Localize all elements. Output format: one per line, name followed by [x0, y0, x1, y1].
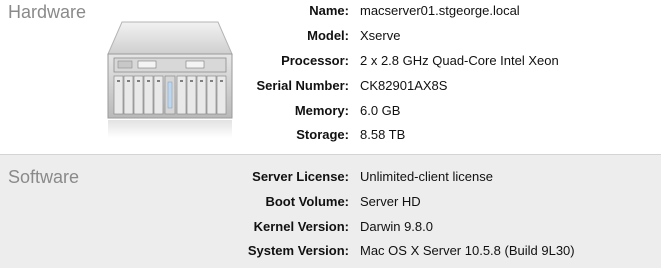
kernel-version-value: Darwin 9.8.0 [360, 219, 433, 234]
processor-value: 2 x 2.8 GHz Quad-Core Intel Xeon [360, 53, 559, 68]
storage-label: Storage: [296, 127, 349, 142]
server-license-value: Unlimited-client license [360, 169, 493, 184]
processor-label: Processor: [281, 53, 349, 68]
server-license-label: Server License: [252, 169, 349, 184]
model-label: Model: [307, 28, 349, 43]
hardware-row-model: Model: Xserve [0, 26, 661, 46]
boot-volume-label: Boot Volume: [265, 194, 349, 209]
boot-volume-value: Server HD [360, 194, 421, 209]
system-version-value: Mac OS X Server 10.5.8 (Build 9L30) [360, 243, 575, 258]
model-value: Xserve [360, 28, 401, 43]
name-value: macserver01.stgeorge.local [360, 3, 520, 18]
hardware-row-serial: Serial Number: CK82901AX8S [0, 76, 661, 96]
memory-value: 6.0 GB [360, 103, 401, 118]
software-section: Software Server License: Unlimited-clien… [0, 154, 661, 268]
hardware-row-memory: Memory: 6.0 GB [0, 101, 661, 121]
serial-number-label: Serial Number: [256, 78, 349, 93]
name-label: Name: [309, 3, 349, 18]
hardware-row-name: Name: macserver01.stgeorge.local [0, 1, 661, 21]
software-row-system: System Version: Mac OS X Server 10.5.8 (… [0, 241, 661, 261]
hardware-row-storage: Storage: 8.58 TB [0, 125, 661, 145]
software-row-boot-volume: Boot Volume: Server HD [0, 192, 661, 212]
kernel-version-label: Kernel Version: [253, 219, 349, 234]
software-row-kernel: Kernel Version: Darwin 9.8.0 [0, 217, 661, 237]
hardware-row-processor: Processor: 2 x 2.8 GHz Quad-Core Intel X… [0, 51, 661, 71]
serial-number-value: CK82901AX8S [360, 78, 448, 93]
system-version-label: System Version: [247, 243, 349, 258]
storage-value: 8.58 TB [360, 127, 406, 142]
memory-label: Memory: [294, 103, 349, 118]
software-row-license: Server License: Unlimited-client license [0, 167, 661, 187]
hardware-section: Hardware Name: macserver01.stgeorge.loca… [0, 0, 661, 154]
